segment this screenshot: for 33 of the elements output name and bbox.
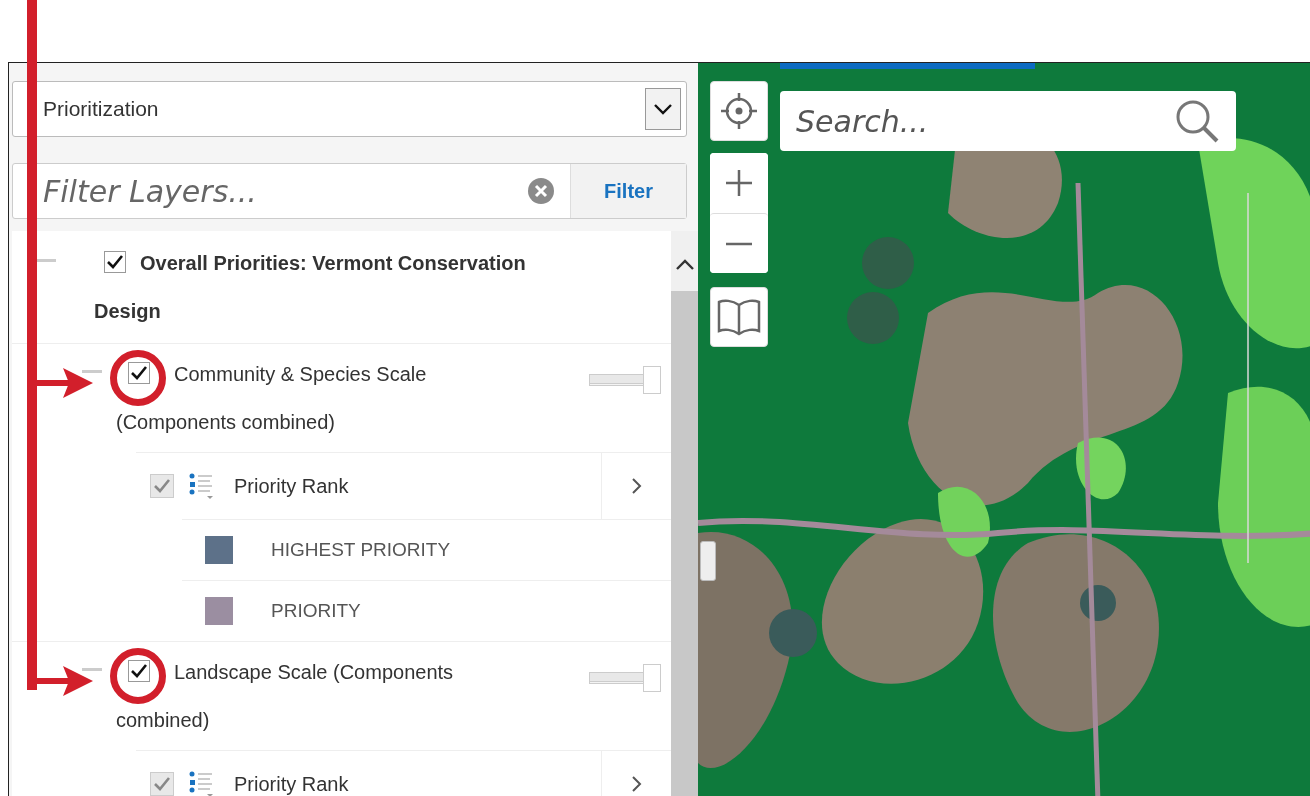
- search-icon[interactable]: [1174, 98, 1220, 144]
- crosshair-icon: [719, 91, 759, 131]
- book-icon[interactable]: [710, 287, 768, 347]
- layer-label: Landscape Scale (Components combined): [116, 659, 455, 733]
- legend-label: PRIORITY: [271, 600, 361, 622]
- legend-list-icon: [188, 472, 216, 500]
- opacity-slider[interactable]: [589, 664, 661, 692]
- clear-icon[interactable]: [528, 178, 554, 204]
- legend-label: HIGHEST PRIORITY: [271, 539, 451, 561]
- layer-group-dropdown[interactable]: Prioritization: [12, 81, 687, 137]
- splitter-handle[interactable]: [700, 541, 716, 581]
- sublayer-label: Priority Rank: [234, 772, 350, 796]
- sublayer-label: Priority Rank: [234, 474, 350, 498]
- sublayer-checkbox[interactable]: [150, 474, 174, 498]
- collapse-icon[interactable]: [36, 259, 56, 262]
- layer-label: Community & Species Scale (Components combined): [116, 361, 428, 435]
- chevron-up-icon[interactable]: [674, 259, 695, 271]
- layer-checkbox[interactable]: [128, 660, 150, 682]
- layer-checkbox[interactable]: [104, 251, 126, 273]
- sublayer-checkbox[interactable]: [150, 772, 174, 796]
- chevron-down-icon[interactable]: [645, 88, 681, 130]
- minus-icon: [724, 241, 754, 246]
- filter-button[interactable]: Filter: [570, 164, 686, 218]
- scrollbar[interactable]: [671, 231, 698, 796]
- search-field[interactable]: Search...: [780, 102, 1174, 140]
- opacity-slider[interactable]: [589, 366, 661, 394]
- search-bar[interactable]: Search...: [780, 91, 1236, 151]
- locate-button[interactable]: [710, 81, 768, 141]
- layer-label: Overall Priorities: Vermont Conservation Design: [94, 250, 527, 324]
- layer-checkbox[interactable]: [128, 362, 150, 384]
- legend-list-icon: [188, 770, 216, 796]
- plus-icon: [724, 168, 754, 198]
- filter-field[interactable]: Filter Layers... Filter: [12, 163, 687, 219]
